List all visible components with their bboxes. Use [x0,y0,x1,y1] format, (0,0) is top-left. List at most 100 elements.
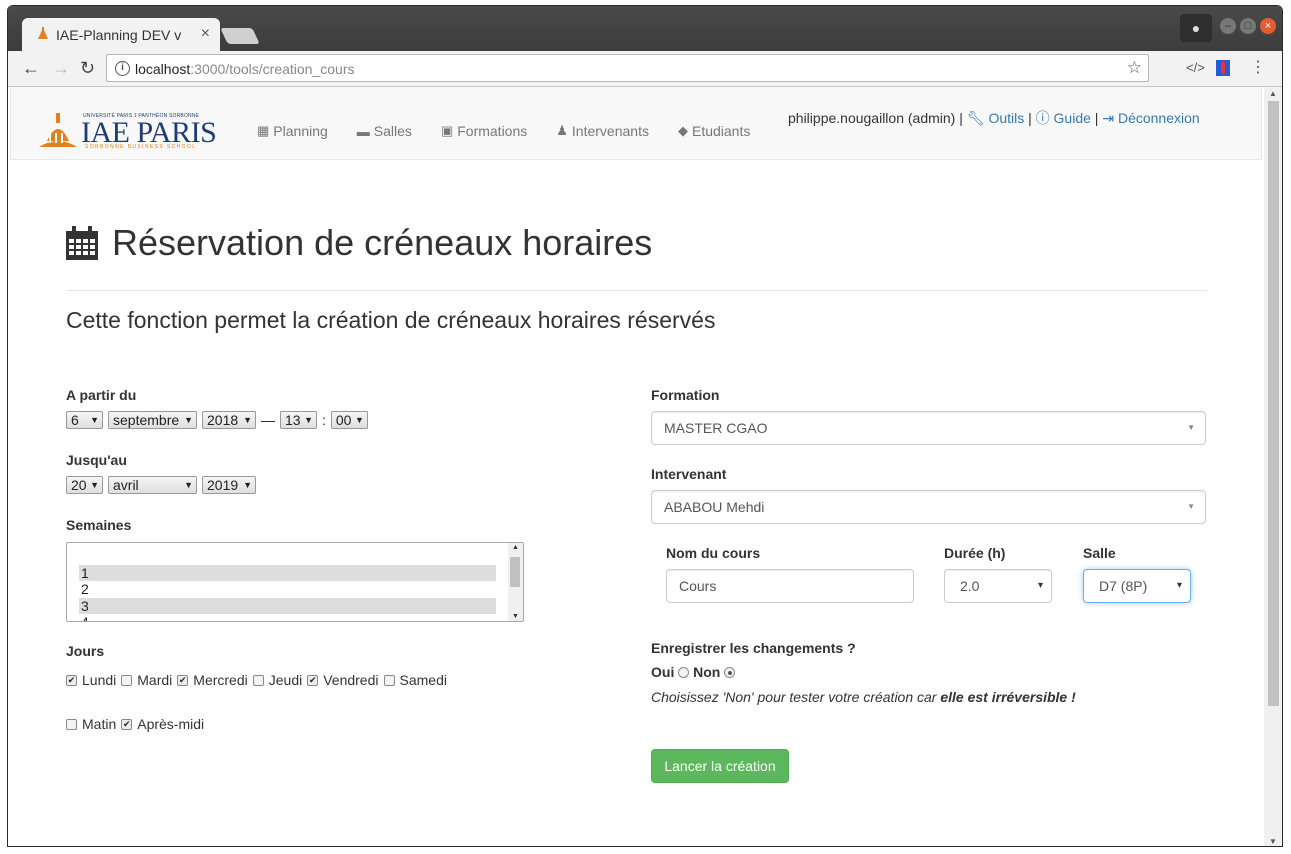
nav-formations[interactable]: ▣ Formations [441,123,527,139]
radio-oui[interactable] [678,667,690,678]
title-bar: IAE-Planning DEV v × ● – □ × [8,6,1282,52]
browser-tab[interactable]: IAE-Planning DEV v × [22,18,220,52]
list-item[interactable]: 2 [79,581,496,597]
bookmark-star-icon[interactable]: ☆ [1127,58,1142,78]
scroll-up-icon[interactable]: ▲ [1269,89,1277,98]
checkbox-mardi[interactable] [121,674,133,686]
chevron-down-icon: ▼ [354,415,364,425]
day-label: Jeudi [268,672,303,688]
iae-logo[interactable]: UNIVERSITÉ PARIS 1 PANTHÉON SORBONNE IAE… [37,109,217,151]
intervenant-select[interactable]: ABABOU Mehdi ▼ [651,490,1206,524]
checkbox-apres-midi[interactable]: ✔ [121,718,133,730]
minimize-icon[interactable]: – [1220,18,1236,34]
nav-intervenants[interactable]: ♟ Intervenants [556,123,649,139]
formation-select[interactable]: MASTER CGAO ▼ [651,411,1206,445]
to-date-row: 20 ▼ avril ▼ 2019 ▼ [66,476,261,494]
checkbox-vendredi[interactable]: ✔ [307,674,319,686]
close-window-icon[interactable]: × [1260,18,1276,34]
intervenant-value: ABABOU Mehdi [664,499,765,515]
to-month-select[interactable]: avril ▼ [108,476,197,494]
back-icon[interactable]: ← [22,59,40,77]
profile-icon[interactable]: ● [1180,14,1212,42]
separator: | [959,110,963,126]
intervenant-label: Intervenant [651,466,727,482]
from-minute-select[interactable]: 00 ▼ [330,411,368,429]
room-value: D7 (8P) [1099,578,1148,594]
wrench-icon: 🔧︎ [966,110,985,126]
divider [66,290,1207,291]
guide-link[interactable]: ⓘ Guide [1036,110,1091,126]
duration-label: Durée (h) [944,545,1006,561]
logout-label: Déconnexion [1117,110,1200,126]
calendar-icon: ▦ [257,123,270,138]
chevron-down-icon: ▾ [1176,580,1182,591]
url-text: localhost:3000/tools/creation_cours [135,61,354,77]
submit-button[interactable]: Lancer la création [651,749,789,783]
checkbox-samedi[interactable] [383,674,395,686]
from-month-value: septembre [113,412,180,428]
from-month-select[interactable]: septembre ▼ [108,411,197,429]
from-day-select[interactable]: 6 ▼ [66,411,103,429]
tab-close-icon[interactable]: × [201,25,210,43]
checkbox-mercredi[interactable]: ✔ [177,674,189,686]
day-label: Mercredi [193,672,248,688]
forward-icon[interactable]: → [52,59,70,77]
scroll-up-icon[interactable]: ▲ [512,544,519,551]
room-label: Salle [1083,545,1116,561]
to-year-select[interactable]: 2019 ▼ [202,476,256,494]
course-name-input[interactable]: Cours [666,569,914,603]
list-item[interactable]: 4 [79,614,496,621]
list-item[interactable]: 1 [79,565,496,581]
page-scrollbar[interactable]: ▲ ▼ [1264,87,1282,846]
checkbox-jeudi[interactable] [252,674,264,686]
listbox-scroll-thumb[interactable] [510,557,520,587]
maximize-icon[interactable]: □ [1240,18,1256,34]
from-hour-value: 13 [285,412,301,428]
non-label: Non [693,664,721,680]
checkbox-matin[interactable] [66,718,77,730]
listbox-scrollbar[interactable]: ▲ ▼ [508,543,523,621]
course-name-label: Nom du cours [666,545,761,561]
day-label: Mardi [137,672,173,688]
radio-non[interactable] [724,667,736,678]
duration-select[interactable]: 2.0 ▾ [944,569,1052,603]
from-year-select[interactable]: 2018 ▼ [202,411,256,429]
nav-salles-label: Salles [373,123,412,139]
nav-planning[interactable]: ▦ Planning [257,123,328,139]
chevron-down-icon: ▼ [184,415,193,425]
briefcase-icon: ▣ [440,123,454,138]
outils-link[interactable]: 🔧︎ Outils [967,110,1024,126]
nav-salles[interactable]: ▬ Salles [357,123,412,139]
scroll-down-icon[interactable]: ▼ [1269,837,1277,846]
oui-label: Oui [651,664,675,680]
weeks-listbox[interactable]: 1 2 3 4 ▲ ▼ [66,542,524,622]
address-bar[interactable]: i localhost:3000/tools/creation_cours ☆ [106,54,1149,82]
list-item[interactable]: 3 [79,598,496,614]
browser-menu-icon[interactable]: ⋮ [1250,57,1266,77]
calendar-icon [66,226,98,260]
outils-label: Outils [988,110,1025,126]
separator: | [1094,110,1099,126]
browser-window: IAE-Planning DEV v × ● – □ × ← → ↻ i loc… [7,5,1283,847]
from-hour-select[interactable]: 13 ▼ [280,411,317,429]
nav-etudiants[interactable]: ◆ Etudiants [678,123,750,139]
logout-link[interactable]: ⇥ Déconnexion [1102,110,1199,126]
to-month-value: avril [113,477,139,493]
from-year-value: 2018 [207,412,239,428]
logo-tagline: SORBONNE BUSINESS SCHOOL [85,144,197,150]
site-navbar: UNIVERSITÉ PARIS 1 PANTHÉON SORBONNE IAE… [10,87,1262,160]
page-scroll-thumb[interactable] [1268,101,1279,706]
days-checkboxes: ✔ Lundi Mardi ✔ Mercredi Jeudi ✔ Vendredi S… [66,672,452,688]
from-day-value: 6 [71,412,79,428]
new-tab-button[interactable] [220,28,260,44]
extension-icon[interactable] [1216,60,1230,76]
reload-icon[interactable]: ↻ [80,59,95,77]
info-icon[interactable]: i [115,61,130,76]
scroll-down-icon[interactable]: ▼ [512,613,519,620]
to-day-select[interactable]: 20 ▼ [66,476,103,494]
room-select[interactable]: D7 (8P) ▾ [1083,569,1191,603]
page-viewport: UNIVERSITÉ PARIS 1 PANTHÉON SORBONNE IAE… [8,87,1264,846]
devtools-extension-icon[interactable]: </> [1186,60,1205,75]
page-heading: Réservation de créneaux horaires [66,222,652,264]
checkbox-lundi[interactable]: ✔ [66,674,77,686]
